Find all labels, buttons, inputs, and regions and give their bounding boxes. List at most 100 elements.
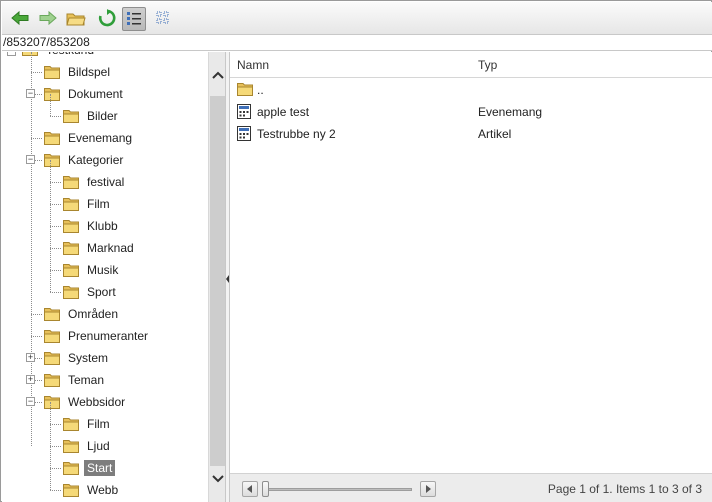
tree-item[interactable]: Ljud	[63, 435, 113, 457]
tree-item[interactable]: Bilder	[63, 105, 121, 127]
folder-icon	[63, 461, 79, 475]
chevron-up-icon	[211, 68, 224, 82]
tree-connector	[50, 116, 61, 117]
folder-icon	[44, 131, 60, 145]
tree-connector	[31, 314, 42, 315]
tree-item[interactable]: Musik	[63, 259, 121, 281]
tree-item[interactable]: Webb	[63, 479, 121, 501]
tree-connector	[50, 424, 61, 425]
tree-connector	[50, 204, 61, 205]
tree-item[interactable]: Områden	[44, 303, 121, 325]
refresh-icon	[98, 8, 116, 30]
toolbar	[2, 2, 712, 35]
tree-item-label: Film	[87, 417, 110, 431]
arrow-left-icon	[11, 10, 29, 29]
list-header: Namn Typ	[230, 52, 712, 78]
scroll-up-button[interactable]	[210, 66, 225, 84]
list-item[interactable]: apple test Evenemang	[230, 101, 712, 123]
tree-item-label: Klubb	[87, 219, 118, 233]
expand-toggle[interactable]: +	[26, 353, 35, 362]
tree-item[interactable]: Start	[63, 457, 116, 479]
scroll-thumb[interactable]	[262, 481, 269, 497]
pager-status: Page 1 of 1. Items 1 to 3 of 3	[547, 482, 702, 496]
tree-item[interactable]: Klubb	[63, 215, 121, 237]
tree-item[interactable]: Dokument	[44, 83, 126, 105]
tree-item-label: festival	[87, 175, 125, 189]
folder-tree: Testkund − Bildspel Dokument − Bilder Eveneman…	[2, 52, 208, 502]
tree-item[interactable]: System	[44, 347, 111, 369]
folder-icon	[44, 395, 60, 409]
collapse-toggle[interactable]: −	[26, 397, 35, 406]
tree-connector	[50, 402, 51, 424]
list-item-parent[interactable]: ..	[230, 79, 712, 101]
scroll-left-button[interactable]	[242, 481, 258, 497]
tree-connector	[50, 468, 61, 469]
tree-scrollbar[interactable]	[208, 52, 225, 502]
forward-button[interactable]	[36, 7, 60, 31]
folder-icon	[44, 373, 60, 387]
tree-item[interactable]: Evenemang	[44, 127, 135, 149]
scroll-right-button[interactable]	[420, 481, 436, 497]
thumbnails-view-button[interactable]	[151, 7, 175, 31]
tree-item[interactable]: Webbsidor	[44, 391, 128, 413]
folder-up-icon	[66, 10, 86, 29]
list-footer: Page 1 of 1. Items 1 to 3 of 3	[230, 473, 712, 502]
tree-connector	[50, 446, 61, 447]
folder-icon	[63, 285, 79, 299]
tree-item-label: Ljud	[87, 439, 110, 453]
folder-up-button[interactable]	[64, 7, 88, 31]
tree-connector	[50, 226, 51, 248]
scroll-down-button[interactable]	[210, 470, 225, 488]
tree-connector	[50, 182, 61, 183]
horizontal-scrollbar[interactable]	[242, 481, 438, 497]
tree-connector	[50, 270, 61, 271]
collapse-arrow-icon[interactable]	[226, 270, 229, 288]
tree-item[interactable]: Teman	[44, 369, 107, 391]
tree-connector	[31, 336, 42, 337]
folder-icon	[44, 87, 60, 101]
refresh-button[interactable]	[95, 7, 119, 31]
tree-connector	[31, 138, 42, 139]
tree-item[interactable]: Bildspel	[44, 61, 113, 83]
tree-item[interactable]: Sport	[63, 281, 119, 303]
details-view-button[interactable]	[122, 7, 146, 31]
tree-item-label: System	[68, 351, 109, 365]
tree-item-label: Webb	[87, 483, 119, 497]
column-header-name[interactable]: Namn	[237, 58, 269, 72]
list-item-name: ..	[257, 83, 264, 97]
collapse-toggle[interactable]: −	[26, 155, 35, 164]
tree-connector	[50, 204, 51, 226]
file-browser-window: /853207/853208 Testkund − Bildspel Dokument…	[0, 0, 712, 502]
tree-root[interactable]: Testkund	[22, 52, 97, 61]
tree-item[interactable]: Film	[63, 193, 113, 215]
tree-connector	[31, 52, 32, 446]
folder-icon	[63, 483, 79, 497]
tree-connector	[50, 490, 61, 491]
tree-item[interactable]: Kategorier	[44, 149, 126, 171]
tree-connector	[50, 182, 51, 204]
back-button[interactable]	[8, 7, 32, 31]
folder-icon	[44, 65, 60, 79]
tree-item[interactable]: festival	[63, 171, 127, 193]
tree-item-label: Evenemang	[68, 131, 133, 145]
thumbnails-view-icon	[155, 10, 171, 29]
tree-item-label: Prenumeranter	[68, 329, 149, 343]
tree-item-label: Dokument	[68, 87, 123, 101]
path-bar: /853207/853208	[2, 35, 712, 51]
tree-item[interactable]: Film	[63, 413, 113, 435]
tree-connector	[50, 248, 61, 249]
expand-toggle[interactable]: +	[26, 375, 35, 384]
list-item[interactable]: Testrubbe ny 2 Artikel	[230, 123, 712, 145]
scrollbar-thumb[interactable]	[210, 96, 225, 466]
folder-icon	[44, 351, 60, 365]
tree-connector	[50, 424, 51, 446]
scroll-track[interactable]	[262, 488, 412, 491]
tree-item[interactable]: Prenumeranter	[44, 325, 151, 347]
chevron-down-icon	[211, 472, 224, 486]
collapse-toggle[interactable]: −	[7, 52, 16, 56]
column-header-type[interactable]: Typ	[478, 58, 497, 72]
tree-item[interactable]: Marknad	[63, 237, 137, 259]
tree-connector	[50, 248, 51, 270]
tree-connector	[50, 226, 61, 227]
collapse-toggle[interactable]: −	[26, 89, 35, 98]
